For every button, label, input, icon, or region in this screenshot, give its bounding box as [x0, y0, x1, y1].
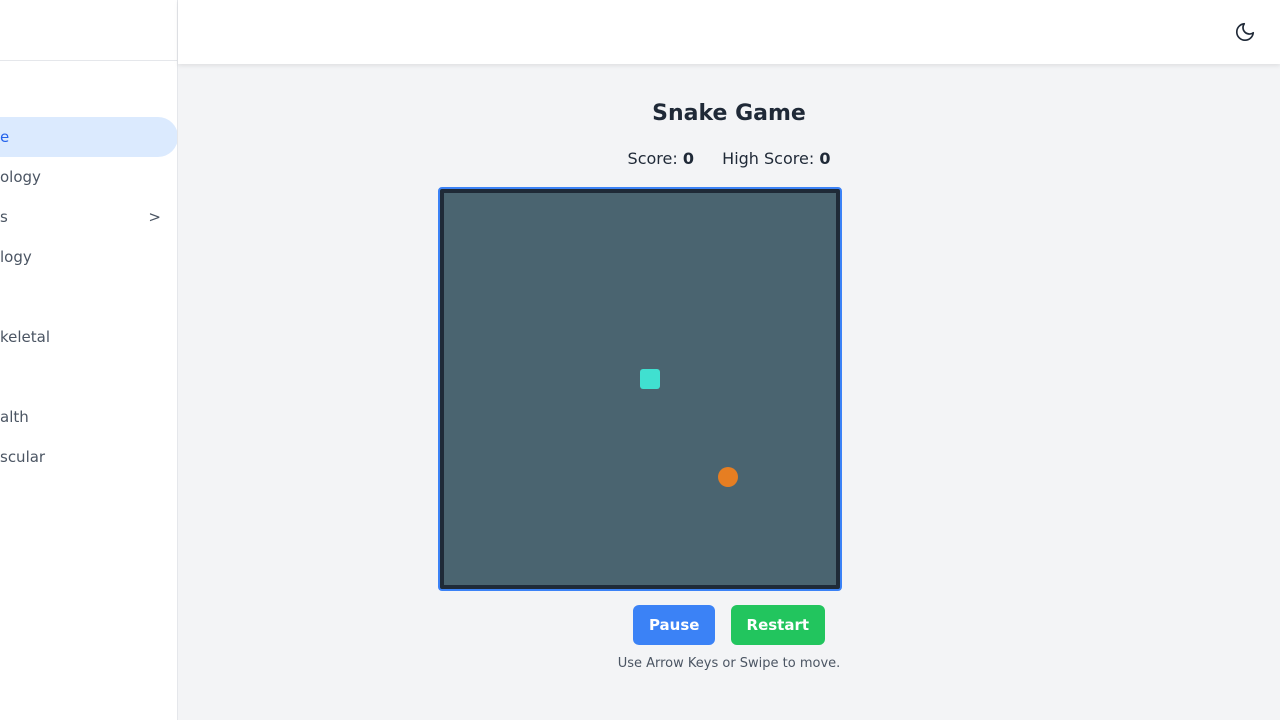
- moon-icon: [1235, 22, 1255, 42]
- sidebar-item-submenu[interactable]: s >: [0, 197, 177, 237]
- sidebar-item-logy[interactable]: logy: [0, 237, 177, 277]
- score-bar: Score: 0 High Score: 0: [178, 149, 1280, 168]
- theme-toggle-button[interactable]: [1234, 21, 1256, 43]
- sidebar-item-vascular[interactable]: scular: [0, 437, 177, 477]
- sidebar-item-skeletal[interactable]: keletal: [0, 317, 177, 357]
- score-label: Score:: [627, 149, 678, 168]
- sidebar-item-label: ology: [0, 168, 41, 186]
- sidebar-item-active[interactable]: e: [0, 117, 177, 157]
- snake-head: [640, 369, 660, 389]
- sidebar-item-label: logy: [0, 248, 32, 266]
- sidebar-header: [0, 0, 177, 61]
- sidebar-item-label: keletal: [0, 328, 51, 346]
- score-value: 0: [682, 149, 694, 168]
- sidebar-item-blank-1[interactable]: [0, 277, 177, 317]
- sidebar-item-label: e: [0, 128, 10, 146]
- controls-hint: Use Arrow Keys or Swipe to move.: [617, 656, 841, 671]
- high-score-value: 0: [819, 149, 831, 168]
- sidebar-item-label: scular: [0, 448, 46, 466]
- high-score-label: High Score:: [722, 149, 815, 168]
- game-board-frame: [438, 187, 842, 591]
- sidebar-item-health[interactable]: alth: [0, 397, 177, 437]
- pause-button[interactable]: Pause: [632, 605, 716, 645]
- sidebar-item-blank-2[interactable]: [0, 357, 177, 397]
- sidebar-item-ology[interactable]: ology: [0, 157, 177, 197]
- sidebar: e ology s > logy keletal alth scular: [0, 0, 178, 720]
- sidebar-item-label: alth: [0, 408, 29, 426]
- game-board[interactable]: [444, 193, 836, 585]
- game-controls: Pause Restart: [178, 605, 1280, 645]
- page-title: Snake Game: [652, 101, 806, 126]
- food-item: [718, 467, 738, 487]
- chevron-right-icon: >: [148, 208, 161, 226]
- top-bar: [178, 0, 1280, 64]
- sidebar-item-label: s: [0, 208, 8, 226]
- main-content: Snake Game Score: 0 High Score: 0 Pause …: [178, 64, 1280, 720]
- sidebar-nav: e ology s > logy keletal alth scular: [0, 117, 177, 477]
- restart-button[interactable]: Restart: [730, 605, 826, 645]
